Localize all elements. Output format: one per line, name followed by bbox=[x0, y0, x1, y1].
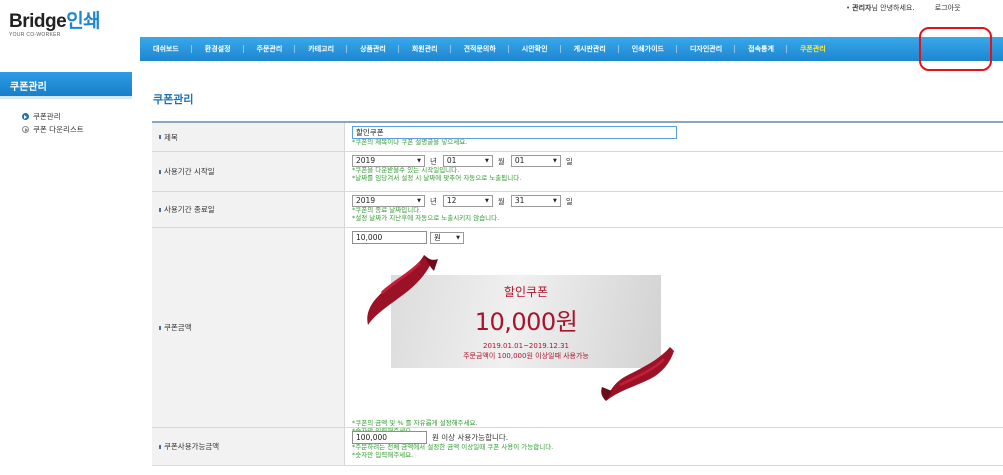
sidebar-menu: 쿠폰관리 쿠폰 다운리스트 bbox=[22, 110, 84, 136]
hint-text: *날짜를 임당겨서 설정 시 날짜에 맞추어 자동으로 노출됩니다. bbox=[352, 173, 522, 182]
nav-orders[interactable]: 주문관리 bbox=[242, 44, 296, 54]
ribbon-decoration-icon bbox=[601, 347, 674, 401]
bullet-icon: • bbox=[846, 4, 851, 12]
dropdown-arrow-icon: ▼ bbox=[485, 198, 489, 204]
form-row-amount: 쿠폰금액 10,000 원 ▼ 할인쿠폰 10,000원 2019.01.01~2… bbox=[152, 228, 1003, 434]
nav-settings[interactable]: 환경설정 bbox=[190, 44, 244, 54]
min-purchase-suffix: 원 이상 사용가능합니다. bbox=[432, 433, 509, 442]
nav-coupons[interactable]: 쿠폰관리 bbox=[785, 44, 839, 54]
logout-link[interactable]: 로그아웃 bbox=[935, 4, 961, 12]
coupon-preview: 할인쿠폰 10,000원 2019.01.01~2019.12.31 주문금액이… bbox=[362, 253, 682, 403]
hint-text: *숫자만 입력해주세요. bbox=[352, 450, 414, 459]
form-row-start-date: 사용기간 시작일 2019 ▼ 년 01 ▼ 월 01 ▼ 일 *쿠폰을 다운받을수 … bbox=[152, 152, 1003, 192]
nav-members[interactable]: 회원관리 bbox=[397, 44, 451, 54]
greeting-text: 님 안녕하세요. bbox=[871, 4, 915, 12]
ribbon-decoration-icon bbox=[367, 255, 438, 325]
dropdown-arrow-icon: ▼ bbox=[485, 158, 489, 164]
nav-dashboard[interactable]: 대쉬보드 bbox=[140, 44, 192, 54]
admin-label: 관리자 bbox=[852, 4, 872, 12]
hint-text: *쿠폰의 제목이나 쿠폰 설명글을 넣으세요. bbox=[352, 138, 468, 146]
sidebar-item-download-list[interactable]: 쿠폰 다운리스트 bbox=[22, 123, 84, 136]
hint-text: *쿠폰의 금액 및 % 를 자유롭게 설정해주세요. bbox=[352, 419, 478, 427]
field-label: 쿠폰사용가능금액 bbox=[152, 428, 345, 465]
logo-text: Bridge인쇄 bbox=[9, 11, 101, 32]
sidebar-item-label: 쿠폰 다운리스트 bbox=[33, 125, 84, 134]
amount-unit-select[interactable]: 원 ▼ bbox=[430, 231, 464, 244]
bullet-icon bbox=[159, 207, 161, 212]
field-label: 쿠폰금액 bbox=[152, 228, 345, 427]
field-label: 사용기간 종료일 bbox=[152, 192, 345, 227]
field-label: 사용기간 시작일 bbox=[152, 152, 345, 191]
nav-products[interactable]: 상품관리 bbox=[346, 44, 399, 54]
nav-design[interactable]: 디자인관리 bbox=[675, 44, 735, 54]
nav-print-guide[interactable]: 인쇄가이드 bbox=[617, 44, 677, 54]
dropdown-arrow-icon: ▼ bbox=[552, 198, 557, 204]
page-title: 쿠폰관리 bbox=[153, 93, 194, 106]
site-logo[interactable]: Bridge인쇄 YOUR CO-WORKER bbox=[9, 11, 101, 38]
logo-tagline: YOUR CO-WORKER bbox=[9, 32, 61, 38]
form-row-end-date: 사용기간 종료일 2019 ▼ 년 12 ▼ 월 31 ▼ 일 *쿠폰의 종료 날짜입… bbox=[152, 192, 1003, 228]
end-day-select[interactable]: 31 ▼ bbox=[510, 195, 561, 207]
top-user-links: • 관리자님 안녕하세요. 로그아웃 bbox=[846, 3, 961, 13]
nav-boards[interactable]: 게시판관리 bbox=[559, 44, 619, 54]
bullet-icon bbox=[159, 169, 161, 174]
hint-text: *주문하려는 전체 금액에서 설정한 금액 이상일때 쿠폰 사용이 가능합니다. bbox=[352, 443, 554, 451]
sidebar-item-label: 쿠폰관리 bbox=[33, 112, 61, 121]
sidebar-title: 쿠폰관리 bbox=[0, 72, 132, 99]
nav-estimates[interactable]: 견적문의하 bbox=[449, 44, 509, 54]
dropdown-arrow-icon: ▼ bbox=[456, 234, 460, 241]
arrow-circle-icon bbox=[22, 113, 29, 120]
nav-category[interactable]: 카테고리 bbox=[294, 44, 347, 54]
highlight-annotation bbox=[919, 27, 992, 71]
bullet-icon bbox=[159, 135, 161, 139]
field-label: 제목 bbox=[152, 123, 345, 151]
start-day-select[interactable]: 01 ▼ bbox=[510, 155, 561, 167]
dropdown-arrow-icon: ▼ bbox=[417, 158, 421, 164]
nav-proofs[interactable]: 시안확인 bbox=[507, 44, 561, 54]
dropdown-arrow-icon: ▼ bbox=[417, 198, 421, 204]
bullet-icon bbox=[159, 444, 161, 449]
form-row-title: 제목 할인쿠폰 *쿠폰의 제목이나 쿠폰 설명글을 넣으세요. bbox=[152, 123, 1003, 152]
bullet-icon bbox=[159, 325, 161, 330]
coupon-amount-input[interactable]: 10,000 bbox=[352, 231, 427, 244]
hint-text: *설정 날짜가 지난후에 자동으로 노출시키지 않습니다. bbox=[352, 213, 500, 222]
sidebar-item-coupons[interactable]: 쿠폰관리 bbox=[22, 110, 84, 123]
dropdown-arrow-icon: ▼ bbox=[552, 158, 557, 164]
nav-stats[interactable]: 접속통계 bbox=[734, 44, 787, 54]
arrow-circle-icon bbox=[22, 126, 29, 133]
end-month-select[interactable]: 12 ▼ bbox=[442, 195, 493, 207]
form-row-min-purchase: 쿠폰사용가능금액 100,000 원 이상 사용가능합니다. *주문하려는 전체… bbox=[152, 428, 1003, 466]
main-nav: 대쉬보드 환경설정 주문관리 카테고리 상품관리 회원관리 견적문의하 시안확인… bbox=[140, 37, 1003, 61]
coupon-form: 제목 할인쿠폰 *쿠폰의 제목이나 쿠폰 설명글을 넣으세요. 사용기간 시작일… bbox=[152, 121, 1003, 466]
